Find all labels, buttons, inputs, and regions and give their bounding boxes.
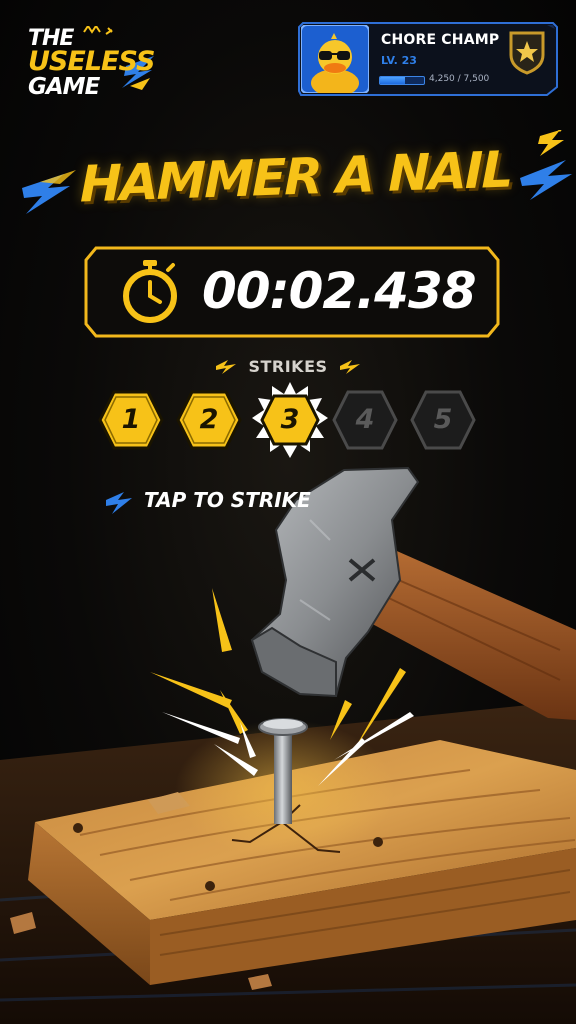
strikes-label: STRIKES — [248, 357, 328, 376]
player-level: LV. 23 — [381, 54, 417, 67]
game-screen[interactable]: THE USELESS GAME CHORE CHAMP LV. 23 4,25… — [0, 0, 576, 1024]
strike-number: 1 — [121, 404, 141, 435]
logo-line-3: GAME — [28, 74, 100, 100]
stopwatch-icon — [118, 258, 182, 324]
strike-number: 4 — [355, 404, 375, 435]
tap-to-strike-prompt[interactable]: TAP TO STRIKE — [144, 488, 311, 512]
player-avatar[interactable] — [300, 24, 370, 97]
strike-3-current: 3 — [250, 380, 330, 460]
xp-text: 4,250 / 7,500 — [429, 74, 490, 84]
strike-number: 5 — [433, 404, 453, 435]
xp-progress-fill — [380, 77, 405, 84]
title-banner: HAMMER A NAIL — [0, 130, 576, 240]
strike-2: 2 — [174, 388, 244, 452]
strike-number: 3 — [280, 404, 300, 435]
strike-1: 1 — [96, 388, 166, 452]
timer-panel: 00:02.438 — [82, 244, 502, 340]
xp-progress-bar — [379, 76, 425, 85]
duck-avatar-icon — [300, 24, 370, 97]
star-shield-icon — [509, 31, 545, 75]
player-name: CHORE CHAMP — [381, 32, 500, 48]
timer-value: 00:02.438 — [202, 262, 477, 320]
strike-4: 4 — [330, 388, 400, 452]
game-logo: THE USELESS GAME — [26, 26, 156, 112]
strike-5: 5 — [408, 388, 478, 452]
rank-badge[interactable] — [507, 29, 547, 75]
strike-number: 2 — [199, 404, 219, 435]
player-card[interactable]: CHORE CHAMP LV. 23 4,250 / 7,500 — [297, 21, 559, 97]
lightning-icon — [106, 492, 132, 514]
logo-line-2: USELESS — [28, 46, 155, 77]
